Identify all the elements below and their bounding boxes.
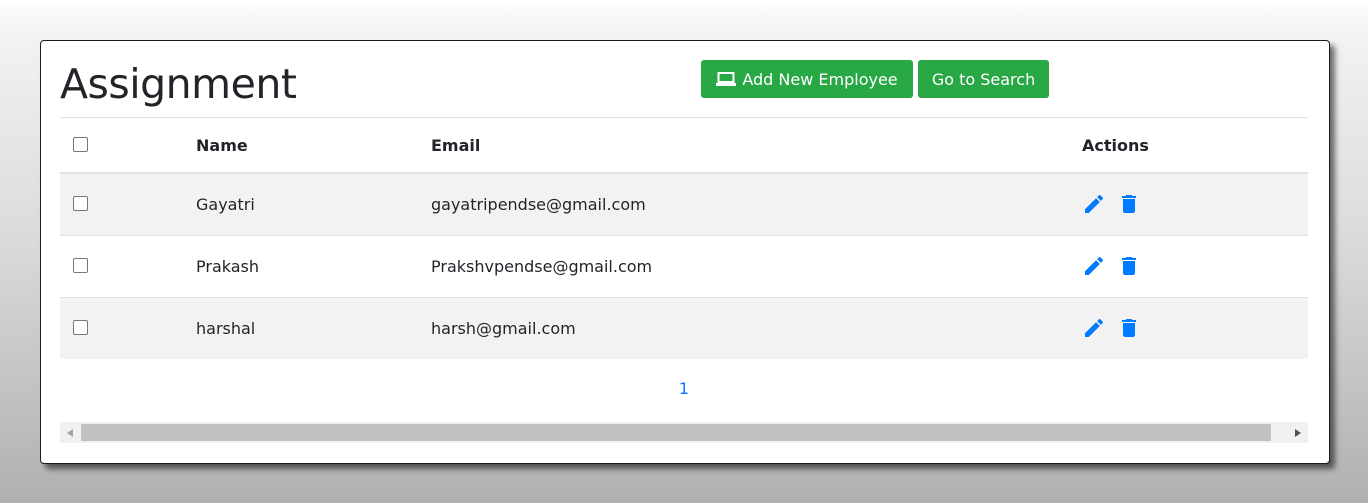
column-header-actions: Actions bbox=[1082, 118, 1308, 174]
delete-icon[interactable] bbox=[1117, 192, 1141, 216]
employee-email-cell: harsh@gmail.com bbox=[431, 296, 1082, 359]
select-all-checkbox[interactable] bbox=[73, 136, 88, 152]
go-to-search-button[interactable]: Go to Search bbox=[918, 60, 1049, 98]
column-header-email[interactable]: Email bbox=[431, 118, 1082, 174]
employee-email-cell: Prakshvpendse@gmail.com bbox=[431, 234, 1082, 297]
row-checkbox[interactable] bbox=[73, 195, 88, 211]
delete-icon[interactable] bbox=[1117, 316, 1141, 340]
scrollbar-thumb[interactable] bbox=[81, 424, 1271, 441]
edit-icon[interactable] bbox=[1082, 316, 1106, 340]
employee-table-container: Name Email Actions Gayatri gayatripendse… bbox=[60, 118, 1308, 359]
scroll-left-arrow-icon[interactable] bbox=[60, 422, 80, 443]
page-title: Assignment bbox=[60, 60, 297, 108]
employee-email-cell: gayatripendse@gmail.com bbox=[431, 172, 1082, 235]
row-checkbox[interactable] bbox=[73, 319, 88, 335]
row-checkbox[interactable] bbox=[73, 257, 88, 273]
edit-icon[interactable] bbox=[1082, 192, 1106, 216]
employee-name-cell: harshal bbox=[196, 296, 431, 359]
table-row: harshal harsh@gmail.com bbox=[60, 296, 1308, 359]
employee-table: Name Email Actions Gayatri gayatripendse… bbox=[60, 118, 1308, 359]
employee-name-cell: Gayatri bbox=[196, 172, 431, 235]
add-new-employee-label: Add New Employee bbox=[742, 69, 898, 89]
laptop-icon bbox=[716, 72, 737, 86]
employee-card: Assignment Add New Employee Go to Search… bbox=[40, 40, 1330, 464]
table-row: Prakash Prakshvpendse@gmail.com bbox=[60, 234, 1308, 297]
horizontal-scrollbar[interactable] bbox=[60, 422, 1308, 443]
add-new-employee-button[interactable]: Add New Employee bbox=[701, 60, 913, 98]
scroll-right-arrow-icon[interactable] bbox=[1288, 422, 1308, 443]
table-row: Gayatri gayatripendse@gmail.com bbox=[60, 172, 1308, 235]
pagination-page-1[interactable]: 1 bbox=[661, 379, 707, 398]
column-header-name[interactable]: Name bbox=[196, 118, 431, 174]
delete-icon[interactable] bbox=[1117, 254, 1141, 278]
edit-icon[interactable] bbox=[1082, 254, 1106, 278]
table-header-row: Name Email Actions bbox=[60, 118, 1308, 174]
employee-name-cell: Prakash bbox=[196, 234, 431, 297]
